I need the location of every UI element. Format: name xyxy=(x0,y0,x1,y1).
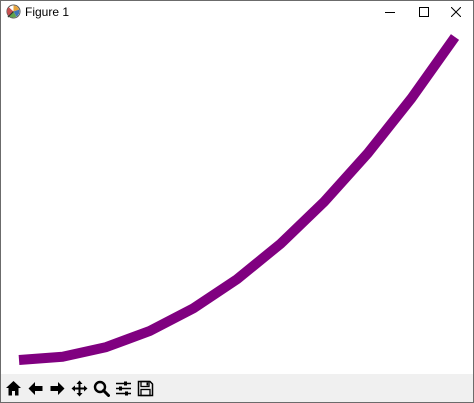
title-bar[interactable]: Figure 1 xyxy=(1,1,473,23)
home-icon xyxy=(6,380,21,395)
back-arrow-icon xyxy=(28,381,43,395)
forward-arrow-icon xyxy=(50,381,65,395)
configure-subplots-button[interactable] xyxy=(113,378,134,399)
minimize-icon xyxy=(385,12,395,13)
window-title: Figure 1 xyxy=(25,5,70,19)
maximize-icon xyxy=(419,7,429,17)
navigation-toolbar xyxy=(1,374,473,402)
home-button[interactable] xyxy=(3,378,24,399)
maximize-button[interactable] xyxy=(407,1,441,23)
zoom-button[interactable] xyxy=(91,378,112,399)
zoom-icon xyxy=(93,380,110,397)
pan-button[interactable] xyxy=(69,378,90,399)
save-button[interactable] xyxy=(135,378,156,399)
forward-button[interactable] xyxy=(47,378,68,399)
pan-icon xyxy=(71,380,88,396)
series-line xyxy=(18,34,460,365)
configure-subplots-icon xyxy=(116,381,131,395)
plot-area xyxy=(18,34,460,365)
figure-window: Figure 1 xyxy=(0,0,474,403)
back-button[interactable] xyxy=(25,378,46,399)
minimize-button[interactable] xyxy=(373,1,407,23)
close-button[interactable] xyxy=(439,1,473,23)
save-icon xyxy=(137,380,154,396)
figure-canvas[interactable] xyxy=(1,23,473,374)
matplotlib-icon xyxy=(6,4,21,19)
close-icon xyxy=(451,7,461,17)
